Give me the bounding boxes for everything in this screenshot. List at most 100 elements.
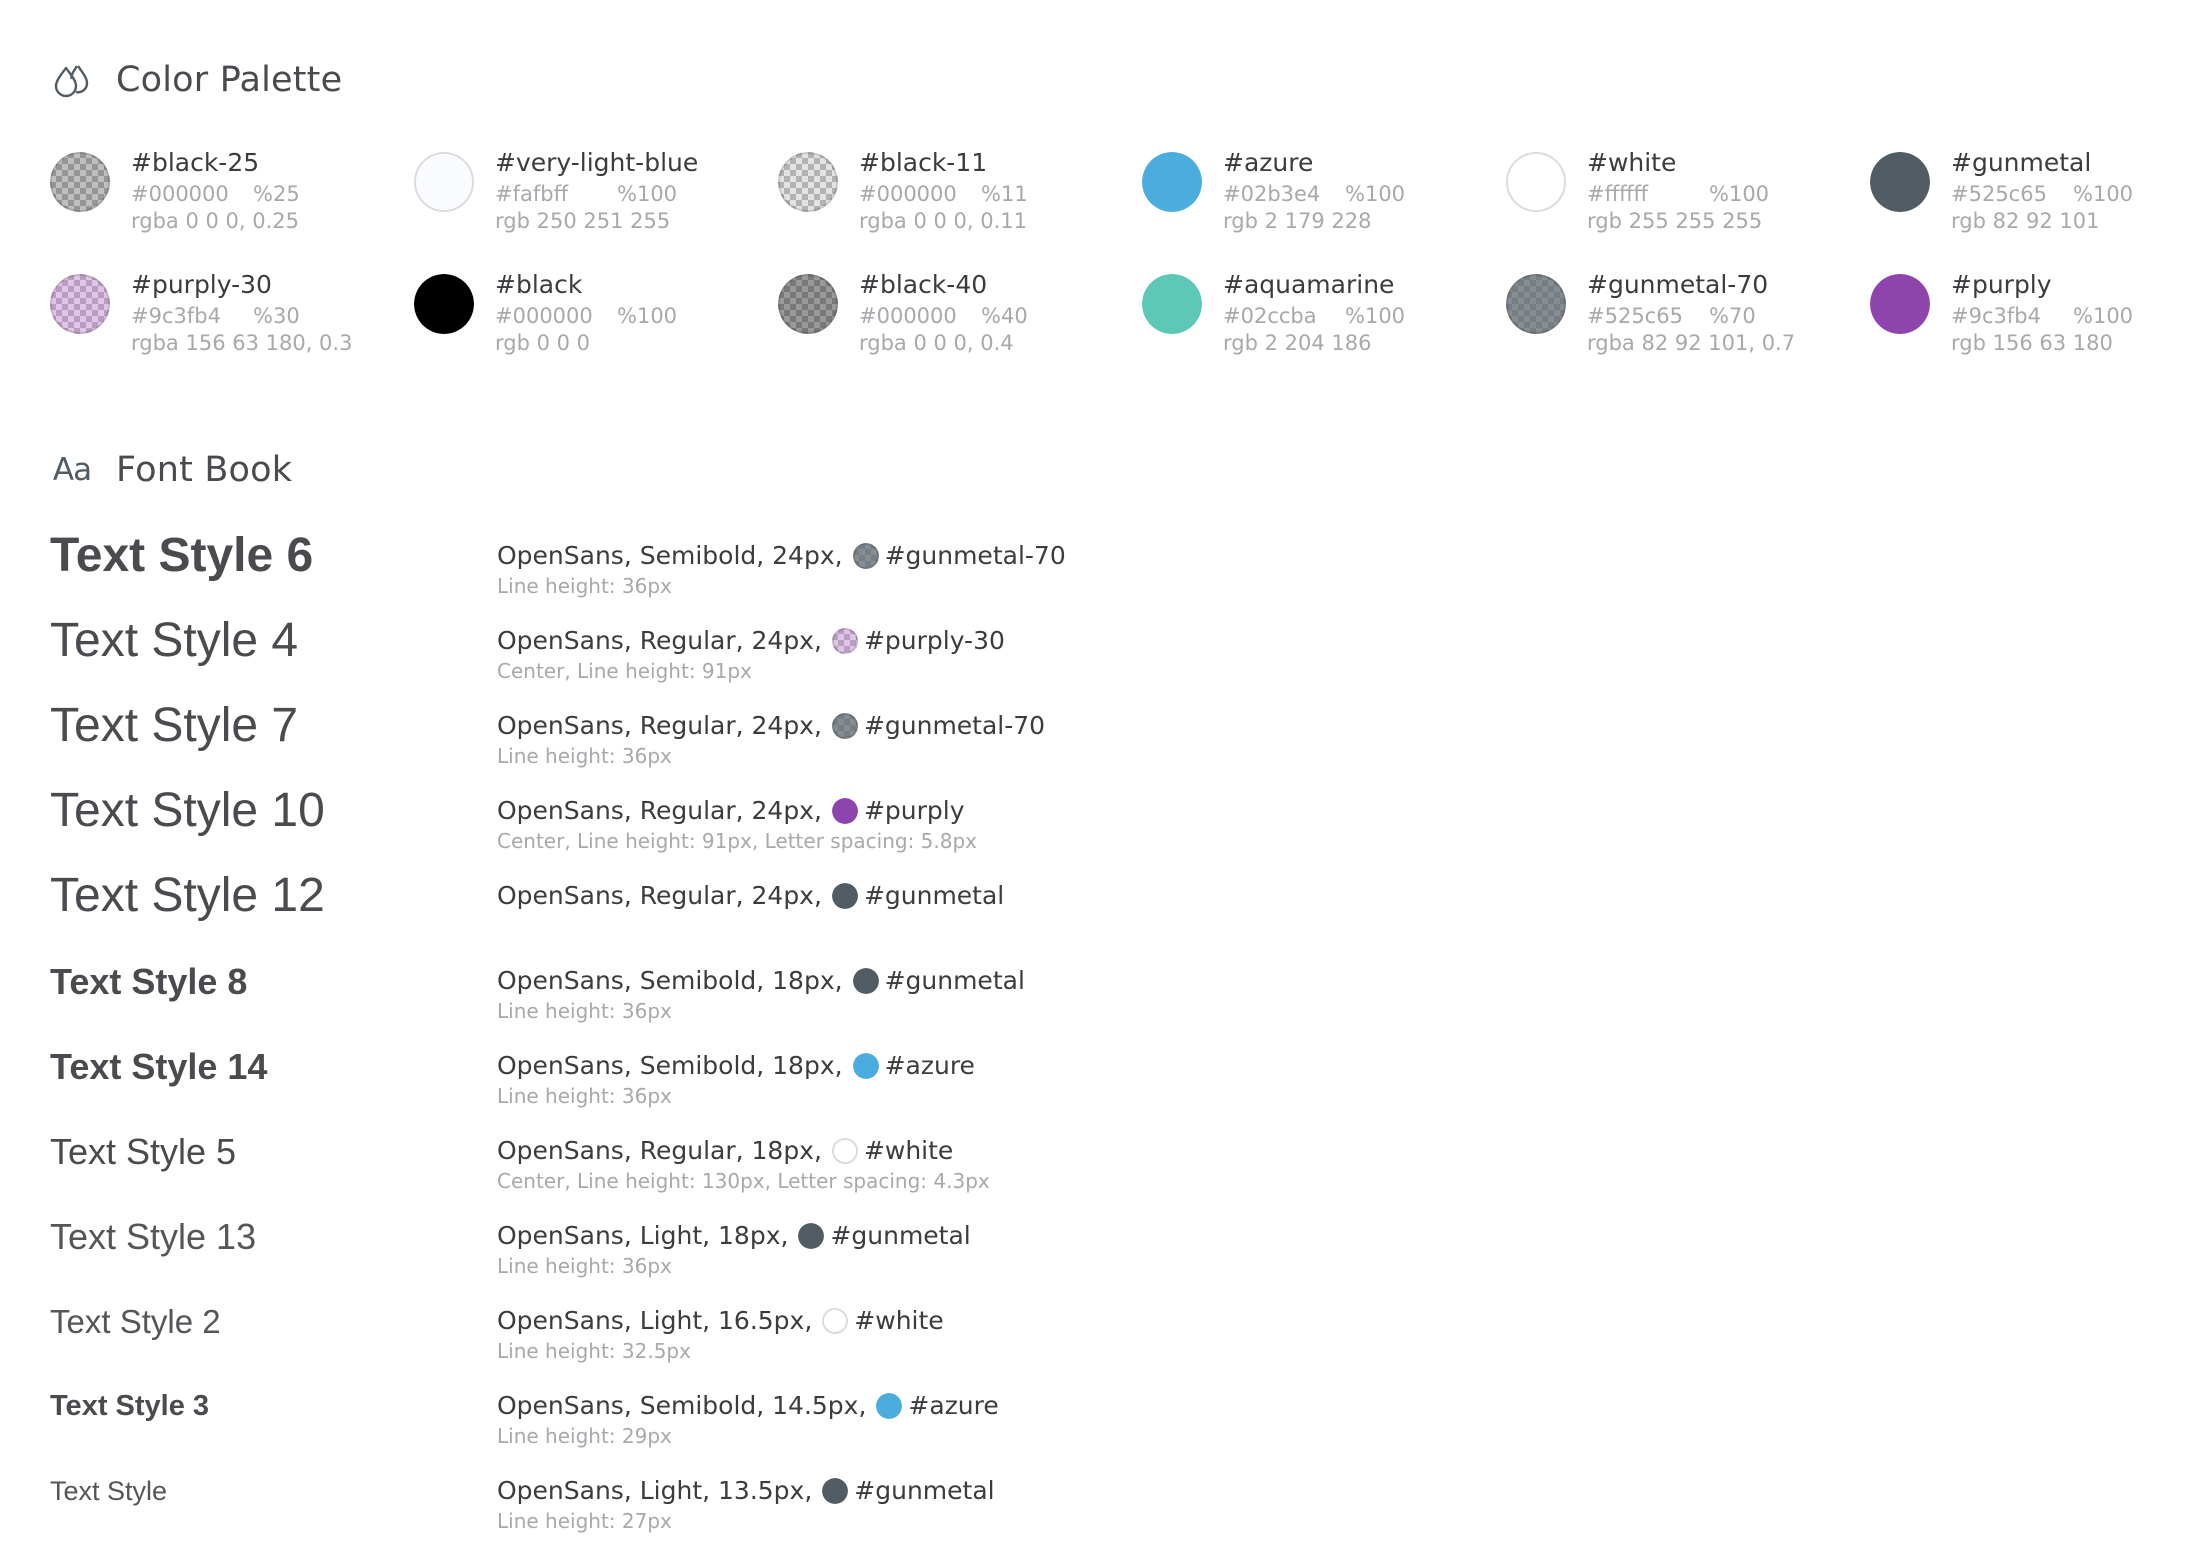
swatch-circle [414,274,474,334]
swatch-opacity: %100 [2073,304,2134,328]
font-style-list: Text Style 6 OpenSans, Semibold, 24px, #gu… [50,520,1250,1540]
swatch-rgb: rgba 0 0 0, 0.25 [131,209,300,233]
swatch-hex: #9c3fb4 [1951,304,2041,328]
section-title: Font Book [116,450,293,490]
color-swatch: #black-40 #000000 %40 rgba 0 0 0, 0.4 [778,268,1142,390]
font-note: Line height: 36px [497,744,672,768]
swatch-rgb: rgb 250 251 255 [495,209,671,233]
font-note: Center, Line height: 130px, Letter spaci… [497,1169,990,1193]
swatch-name: #purply [1951,270,2052,299]
color-dot [831,628,858,654]
swatch-name: #gunmetal-70 [1587,270,1769,299]
swatch-circle [1870,274,1930,334]
font-color-name: #gunmetal [854,1476,995,1505]
font-spec: OpenSans, Regular, 24px, [497,711,822,740]
color-dot [822,1308,849,1334]
swatch-circle [414,152,474,212]
font-spec: OpenSans, Light, 13.5px, [497,1476,813,1505]
font-note: Line height: 36px [497,1254,672,1278]
font-style-sample: Text Style 3 [50,1390,210,1422]
font-note: Line height: 29px [497,1424,672,1448]
font-color-name: #gunmetal-70 [884,541,1066,570]
swatch-circle [1506,274,1566,334]
swatch-circle [50,274,110,334]
color-swatch: #black-25 #000000 %25 rgba 0 0 0, 0.25 [50,146,414,268]
swatch-circle [50,152,110,212]
swatch-name: #black-40 [859,270,988,299]
swatch-opacity: %100 [617,304,678,328]
section-title: Color Palette [116,60,343,100]
font-spec: OpenSans, Light, 18px, [497,1221,789,1250]
color-dot [852,1053,879,1079]
swatch-opacity: %40 [981,304,1028,328]
font-spec: OpenSans, Regular, 24px, [497,796,822,825]
swatch-rgb: rgba 0 0 0, 0.4 [859,331,1014,355]
swatch-hex: #525c65 [1951,182,2047,206]
font-style-row: Text Style OpenSans, Light, 13.5px, #gunme… [50,1455,1250,1540]
swatch-rgb: rgb 156 63 180 [1951,331,2113,355]
swatch-opacity: %100 [1345,182,1406,206]
swatch-name: #azure [1223,148,1314,177]
font-color-name: #gunmetal-70 [863,711,1046,740]
swatch-opacity: %11 [981,182,1028,206]
swatch-opacity: %100 [1345,304,1406,328]
font-spec: OpenSans, Semibold, 14.5px, [497,1391,867,1420]
swatch-rgb: rgb 255 255 255 [1587,209,1763,233]
font-style-row: Text Style 5 OpenSans, Regular, 18px, #whi… [50,1115,1250,1200]
swatch-opacity: %100 [2073,182,2134,206]
swatch-opacity: %30 [253,304,300,328]
color-dot [876,1393,903,1419]
swatch-opacity: %25 [253,182,300,206]
font-style-row: Text Style 6 OpenSans, Semibold, 24px, #gu… [50,520,1250,605]
font-spec: OpenSans, Semibold, 24px, [497,541,843,570]
color-swatch: #aquamarine #02ccba %100 rgb 2 204 186 [1142,268,1506,390]
swatch-rgb: rgb 0 0 0 [495,331,591,355]
swatch-rgb: rgba 156 63 180, 0.3 [131,331,353,355]
font-style-row: Text Style 8 OpenSans, Semibold, 18px, #gu… [50,945,1250,1030]
font-color-name: #purply-30 [863,626,1005,655]
font-color-name: #white [854,1306,944,1335]
swatch-name: #black-25 [131,148,260,177]
color-swatch-grid: #black-25 #000000 %25 rgba 0 0 0, 0.25 #very… [50,146,2180,390]
swatch-hex: #9c3fb4 [131,304,221,328]
swatch-opacity: %100 [617,182,678,206]
color-swatch: #purply #9c3fb4 %100 rgb 156 63 180 [1870,268,2192,390]
swatch-hex: #000000 [859,182,957,206]
swatch-name: #very-light-blue [495,148,699,177]
font-spec: OpenSans, Light, 16.5px, [497,1306,813,1335]
font-style-sample: Text Style [50,1476,168,1506]
font-spec: OpenSans, Semibold, 18px, [497,966,843,995]
swatch-rgb: rgba 0 0 0, 0.11 [859,209,1028,233]
font-book-header: Aa Font Book [50,448,292,492]
swatch-hex: #02ccba [1223,304,1317,328]
font-note: Line height: 36px [497,1084,672,1108]
swatch-rgb: rgb 2 204 186 [1223,331,1372,355]
font-note: Center, Line height: 91px [497,659,752,683]
font-color-name: #purply [863,796,965,825]
color-dot [831,713,858,739]
color-dot [831,883,858,909]
color-dot [822,1478,849,1504]
swatch-name: #purply-30 [131,270,272,299]
swatch-hex: #02b3e4 [1223,182,1321,206]
font-style-sample: Text Style 6 [50,529,314,582]
font-style-row: Text Style 12 OpenSans, Regular, 24px, #gu… [50,860,1250,945]
color-dot [831,1138,858,1164]
font-style-row: Text Style 10 OpenSans, Regular, 24px, #pu… [50,775,1250,860]
swatch-circle [778,152,838,212]
font-note: Line height: 36px [497,999,672,1023]
font-style-sample: Text Style 5 [50,1131,237,1172]
swatch-rgb: rgba 82 92 101, 0.7 [1587,331,1796,355]
swatch-rgb: rgb 82 92 101 [1951,209,2100,233]
font-color-name: #gunmetal [884,966,1025,995]
font-spec: OpenSans, Regular, 24px, [497,881,822,910]
swatch-circle [1142,152,1202,212]
swatch-hex: #fafbff [495,182,569,206]
font-style-row: Text Style 7 OpenSans, Regular, 24px, #gun… [50,690,1250,775]
font-style-sample: Text Style 10 [50,784,325,837]
font-note: Line height: 32.5px [497,1339,691,1363]
font-style-sample: Text Style 2 [50,1303,221,1340]
swatch-hex: #000000 [131,182,229,206]
swatch-opacity: %100 [1709,182,1770,206]
swatch-name: #black-11 [859,148,988,177]
